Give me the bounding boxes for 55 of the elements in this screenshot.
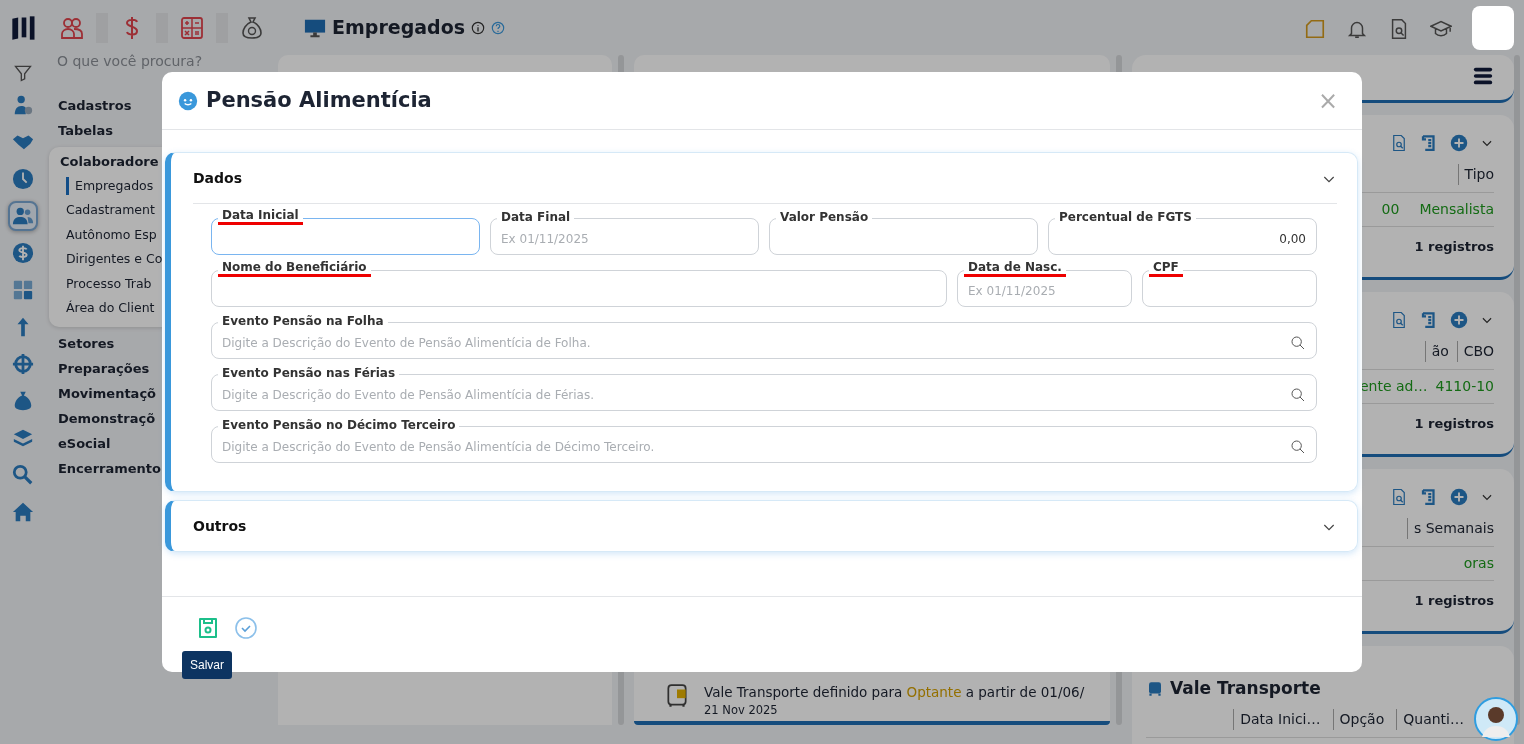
people-icon[interactable]: [8, 201, 39, 231]
column-header: Opção: [1332, 708, 1385, 730]
column-header: Quanti…: [1396, 708, 1464, 730]
timeline-date: 21 Nov 2025: [704, 701, 779, 719]
table-cell-text: Mensalista: [1419, 200, 1494, 219]
record-count: 1 registros: [1414, 593, 1494, 608]
add-icon[interactable]: [1450, 134, 1468, 152]
column-header: s Semanais: [1406, 518, 1494, 539]
info-icon[interactable]: [471, 20, 486, 35]
field-label: CPF: [1149, 261, 1183, 277]
doc-search-icon[interactable]: [1390, 310, 1408, 330]
avatar: [1474, 697, 1518, 741]
doc-search-icon[interactable]: [1390, 487, 1408, 507]
column-header: Tipo: [1457, 164, 1494, 185]
people-icon[interactable]: [60, 15, 84, 40]
doc-search-icon[interactable]: [1390, 133, 1408, 153]
input-field[interactable]: [211, 270, 947, 307]
search-icon[interactable]: [1290, 438, 1306, 455]
input-field[interactable]: [1142, 270, 1317, 307]
menu-icon[interactable]: [1472, 65, 1494, 87]
bus-icon: [1146, 679, 1164, 698]
add-icon[interactable]: [1450, 311, 1468, 329]
note-icon[interactable]: [1304, 18, 1326, 40]
money-bag-icon[interactable]: [240, 15, 264, 40]
search-icon[interactable]: [1290, 334, 1306, 351]
record-count: 1 registros: [1414, 416, 1494, 431]
filter-icon[interactable]: [13, 63, 34, 83]
table-cell-text: 00: [1381, 200, 1400, 219]
tooltip: Salvar: [182, 651, 232, 679]
column-header: CBO: [1456, 341, 1494, 362]
profile-button[interactable]: [1472, 5, 1514, 50]
scroll-icon[interactable]: [1420, 133, 1438, 153]
scroll-icon[interactable]: [1420, 310, 1438, 330]
confirm-button[interactable]: [233, 614, 259, 641]
page-title: Empregados: [332, 15, 466, 41]
help-icon[interactable]: [491, 20, 506, 35]
smiley-icon: [178, 90, 198, 111]
field-label: Nome do Beneficiário: [218, 261, 371, 277]
scroll-icon[interactable]: [1420, 487, 1438, 507]
timeline-text: Vale Transporte definido para Optante a partir de 01/06/: [704, 682, 1085, 702]
add-icon[interactable]: [1450, 488, 1468, 506]
section-header[interactable]: Dados: [171, 153, 1357, 203]
column-header: Data Inici…: [1233, 708, 1321, 730]
table-cell-text: oras: [1463, 554, 1494, 573]
field-label: Data de Nasc.: [964, 261, 1066, 277]
calculator-icon[interactable]: [180, 15, 204, 40]
column-header: ão: [1424, 341, 1449, 362]
record-count: 1 registros: [1414, 239, 1494, 254]
dialog-title: Pensão Alimentícia: [206, 87, 432, 114]
field-label: Data Inicial: [218, 209, 303, 225]
search-icon[interactable]: [1290, 386, 1306, 403]
bus-icon: [664, 681, 690, 710]
card-title: Vale Transporte: [1170, 677, 1321, 700]
table-cell-text: 4110-10: [1435, 377, 1494, 396]
input-field[interactable]: [211, 218, 480, 255]
